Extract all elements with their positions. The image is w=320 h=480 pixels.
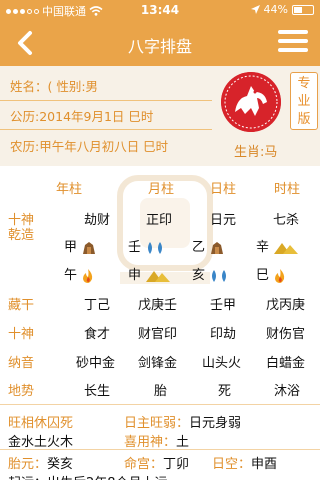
status-bar: 中国联通 13:44 44%	[0, 0, 320, 20]
solar-date: 公历:2014年9月1日 巳时	[10, 109, 154, 124]
info-section: 姓名：( 性别:男 公历:2014年9月1日 巳时 农历:甲午年八月初八日 巳时…	[0, 66, 320, 166]
divider	[0, 100, 212, 101]
water-icon	[212, 269, 227, 282]
taiyuan-value: 癸亥	[47, 457, 74, 472]
nayin-year: 砂中金	[76, 356, 116, 371]
zodiac-label: 生肖:马	[234, 145, 278, 160]
metal-icon	[274, 242, 299, 254]
battery-fill	[294, 6, 302, 13]
nayin-day: 山头火	[202, 356, 242, 371]
battery-icon	[292, 4, 314, 15]
xiyong-field: 喜用神：土	[124, 431, 189, 450]
wangxiang-label: 旺相休囚死	[8, 416, 74, 431]
rizhu-value: 日元身弱	[189, 416, 242, 431]
row-label-nayin: 纳音	[8, 356, 35, 371]
menu-line	[278, 39, 308, 43]
menu-line	[278, 48, 308, 52]
name-gender-line: 姓名：( 性别:男	[10, 79, 99, 94]
rizhu-field: 日主旺弱：日元身弱	[124, 412, 241, 431]
rikong-field: 日空：申酉	[212, 453, 277, 472]
page-title: 八字排盘	[127, 37, 192, 56]
branch-char: 午	[64, 268, 78, 283]
rikong-label: 日空：	[212, 457, 252, 472]
branch-char: 申	[128, 268, 142, 283]
branch-year: 午	[64, 264, 95, 284]
taiyuan-field: 胎元：癸亥	[8, 453, 73, 472]
column-header-hour: 时柱	[274, 182, 301, 197]
dishi-hour: 沐浴	[274, 384, 301, 399]
stem-char: 壬	[128, 240, 142, 255]
branch-char: 巳	[256, 268, 270, 283]
wood-icon	[83, 241, 96, 254]
taiyuan-label: 胎元：	[8, 457, 48, 472]
menu-line	[278, 30, 308, 34]
fire-icon	[83, 268, 93, 283]
menu-icon[interactable]	[278, 30, 308, 56]
shishen2-month: 财官印	[138, 327, 178, 342]
rizhu-label: 日主旺弱：	[124, 416, 190, 431]
fire-icon	[275, 268, 285, 283]
stem-month: 壬	[128, 236, 167, 255]
shishen2-hour: 财伤官	[266, 327, 306, 342]
pro-version-button[interactable]: 专 业 版	[290, 72, 318, 130]
dishi-day: 死	[218, 384, 232, 399]
minggong-label: 命宫：	[124, 457, 164, 472]
canggan-day: 壬甲	[210, 298, 237, 313]
minggong-value: 丁卯	[163, 457, 190, 472]
pro-button-char: 业	[297, 94, 311, 109]
nayin-month: 剑锋金	[138, 356, 178, 371]
divider	[0, 449, 320, 450]
location-icon	[250, 4, 260, 14]
xiyong-value: 土	[176, 435, 190, 450]
canggan-month: 戊庚壬	[138, 298, 178, 313]
canggan-hour: 戊丙庚	[266, 298, 306, 313]
divider	[0, 129, 212, 130]
shishen2-day: 印劫	[210, 327, 237, 342]
shishen2-year: 食才	[84, 327, 111, 342]
branch-day: 亥	[192, 264, 231, 283]
stem-day: 乙	[192, 236, 225, 255]
nav-bar: 八字排盘	[0, 20, 320, 66]
divider	[0, 404, 320, 405]
canggan-year: 丁己	[84, 298, 111, 313]
row-label-shishen2: 十神	[8, 327, 35, 342]
stem-hour: 辛	[256, 236, 299, 255]
minggong-field: 命宫：丁卯	[124, 453, 189, 472]
zodiac-horse-icon	[221, 72, 281, 132]
shishen-year: 劫财	[84, 213, 111, 228]
stem-char: 乙	[192, 240, 206, 255]
bazi-chart: 年柱 月柱 日柱 时柱 十神 劫财 正印 日元 七杀 乾造 甲 壬 乙 辛 午 …	[0, 166, 320, 480]
stem-char: 甲	[64, 240, 78, 255]
wangxiang-value: 金水土火木	[8, 435, 74, 450]
column-header-day: 日柱	[210, 182, 237, 197]
rikong-value: 申酉	[251, 457, 278, 472]
wood-icon	[211, 241, 224, 254]
lunar-date: 农历:甲午年八月初八日 巳时	[10, 139, 169, 154]
metal-icon	[146, 270, 171, 282]
water-icon	[148, 241, 163, 254]
shishen-month: 正印	[146, 213, 173, 228]
stem-char: 辛	[256, 240, 270, 255]
branch-month: 申	[128, 264, 171, 283]
pro-button-char: 版	[297, 112, 311, 127]
dishi-year: 长生	[84, 384, 111, 399]
column-header-year: 年柱	[56, 182, 83, 197]
row-label-canggan: 藏干	[8, 298, 35, 313]
row-label-dishi: 地势	[8, 384, 35, 399]
shishen-hour: 七杀	[273, 213, 300, 228]
qiyun-cut-text: 起运：出生后2年8个月上运	[8, 472, 168, 480]
row-label-qianzao: 乾造	[8, 228, 35, 243]
xiyong-label: 喜用神：	[124, 435, 177, 450]
battery-percent: 44%	[263, 3, 288, 16]
dishi-month: 胎	[154, 384, 168, 399]
branch-char: 亥	[192, 268, 206, 283]
branch-hour: 巳	[256, 264, 287, 284]
shishen-day: 日元	[210, 213, 237, 228]
stem-year: 甲	[64, 236, 97, 255]
pro-button-char: 专	[297, 76, 311, 91]
nayin-hour: 白蜡金	[266, 356, 306, 371]
column-header-month: 月柱	[148, 182, 175, 197]
